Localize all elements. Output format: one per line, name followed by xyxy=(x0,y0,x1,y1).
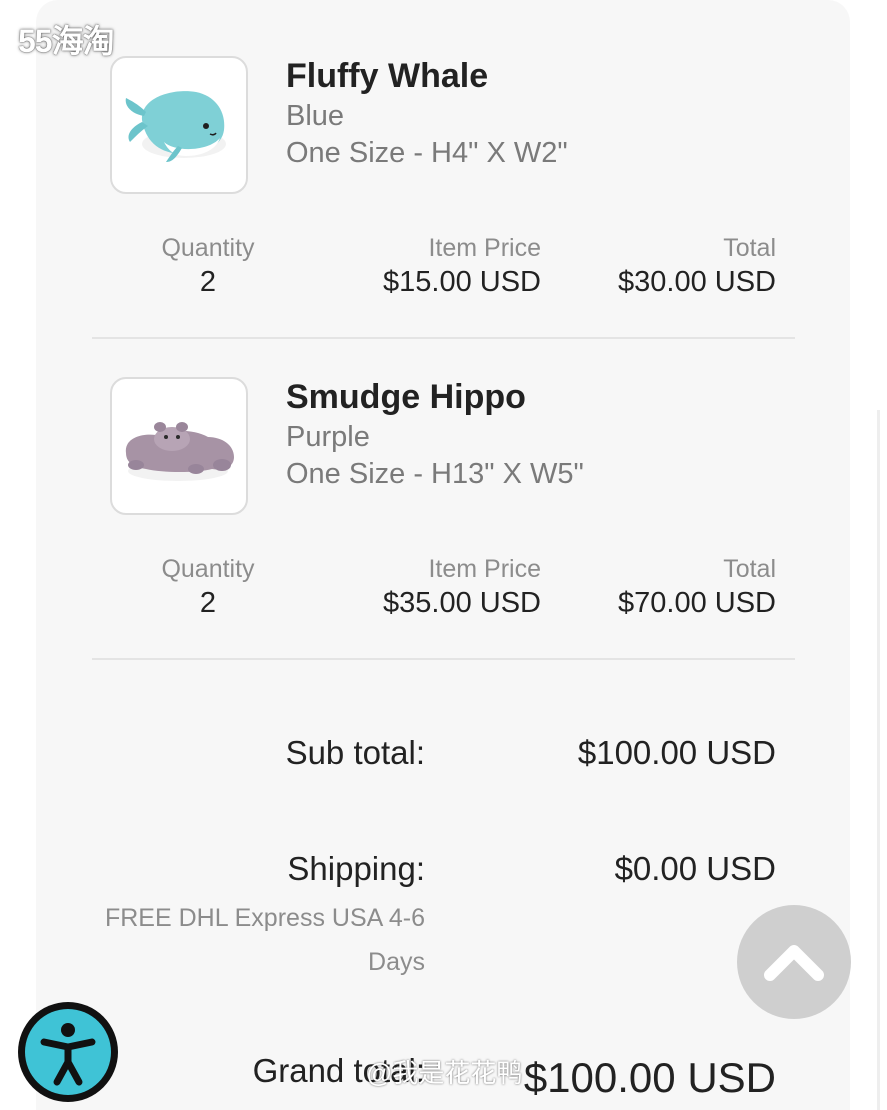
quantity-value: 2 xyxy=(199,266,217,298)
item-divider xyxy=(92,337,795,339)
item-divider xyxy=(92,658,795,660)
quantity-label: Quantity xyxy=(161,555,255,583)
chevron-up-icon xyxy=(764,945,824,981)
subtotal-label: Sub total: xyxy=(285,734,425,771)
item-price-label: Item Price xyxy=(428,555,541,583)
item-color: Purple xyxy=(286,421,370,453)
shipping-value: $0.00 USD xyxy=(614,850,776,887)
quantity-value: 2 xyxy=(199,587,217,619)
subtotal-value: $100.00 USD xyxy=(577,734,776,771)
item-size: One Size - H13" X W5" xyxy=(286,458,584,490)
item-size: One Size - H4" X W2" xyxy=(286,137,568,169)
watermark-top-left: 55海淘 xyxy=(18,23,115,59)
hippo-plush-icon xyxy=(125,422,234,481)
scroll-to-top-button[interactable] xyxy=(737,905,851,1019)
scrollbar[interactable] xyxy=(877,410,880,1110)
item-name[interactable]: Fluffy Whale xyxy=(286,57,488,96)
order-summary-page: 55海淘 Fluffy Whale Blue One Size - H4" X … xyxy=(0,0,887,1110)
item-name[interactable]: Smudge Hippo xyxy=(286,378,526,417)
item-total-label: Total xyxy=(723,234,776,262)
whale-plush-icon xyxy=(125,91,226,162)
item-image-whale[interactable] xyxy=(110,56,248,194)
item-price-value: $35.00 USD xyxy=(383,587,541,619)
accessibility-icon xyxy=(40,1023,96,1086)
item-price-value: $15.00 USD xyxy=(383,266,541,298)
shipping-label: Shipping: xyxy=(287,850,425,887)
item-total-value: $30.00 USD xyxy=(618,266,776,298)
item-price-label: Item Price xyxy=(428,234,541,262)
watermark-bottom: @我是花花鸭 xyxy=(366,1058,523,1088)
item-total-label: Total xyxy=(723,555,776,583)
item-image-hippo[interactable] xyxy=(110,377,248,515)
quantity-label: Quantity xyxy=(161,234,255,262)
shipping-method: FREE DHL Express USA 4-6 Days xyxy=(104,904,425,976)
item-color: Blue xyxy=(286,100,345,132)
accessibility-button[interactable] xyxy=(18,1002,118,1102)
item-total-value: $70.00 USD xyxy=(618,587,776,619)
